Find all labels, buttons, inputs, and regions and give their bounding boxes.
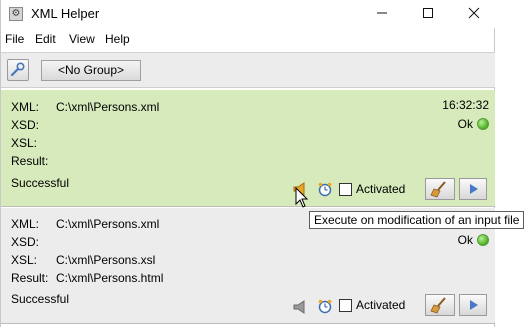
title-bar: ⚙ XML Helper — [1, 0, 495, 28]
xsl-path: C:\xml\Persons.xsl — [56, 253, 156, 267]
settings-button[interactable] — [7, 59, 29, 81]
xml-path: C:\xml\Persons.xml — [56, 217, 160, 231]
gear-icon: ⚙ — [9, 7, 23, 21]
wrench-icon — [10, 62, 25, 77]
run-button[interactable] — [459, 178, 487, 200]
broom-icon — [430, 181, 446, 198]
activated-checkbox[interactable] — [339, 299, 352, 312]
menu-bar: File Edit View Help — [1, 30, 495, 49]
play-icon — [470, 184, 478, 194]
close-icon — [468, 7, 480, 19]
alarm-clock-icon[interactable] — [317, 298, 333, 314]
window-title: XML Helper — [31, 6, 100, 21]
play-icon — [470, 300, 478, 310]
xsl-label: XSL: — [11, 253, 38, 267]
clean-button[interactable] — [425, 294, 455, 316]
alarm-clock-icon[interactable] — [317, 181, 333, 197]
minimize-icon — [377, 12, 387, 14]
main-window: ⚙ XML Helper File Edit View Help <No Gro… — [0, 0, 495, 327]
activated-label: Activated — [356, 182, 406, 196]
menu-edit[interactable]: Edit — [35, 32, 56, 46]
xsl-label: XSL: — [11, 136, 38, 150]
ok-label: Ok — [457, 117, 473, 131]
run-button[interactable] — [459, 294, 487, 316]
tooltip: Execute on modification of an input file — [309, 211, 525, 229]
ok-label: Ok — [457, 233, 473, 247]
clean-button[interactable] — [425, 178, 455, 200]
activated-label: Activated — [356, 298, 406, 312]
xsd-label: XSD: — [11, 118, 40, 132]
close-button[interactable] — [451, 0, 497, 28]
xml-label: XML: — [11, 100, 40, 114]
menu-view[interactable]: View — [69, 32, 95, 46]
xml-label: XML: — [11, 217, 40, 231]
maximize-icon — [423, 8, 433, 18]
broom-icon — [430, 297, 446, 314]
desktop-background — [495, 0, 531, 327]
xml-path: C:\xml\Persons.xml — [56, 100, 160, 114]
result-path: C:\xml\Persons.html — [56, 271, 164, 285]
menu-file[interactable]: File — [5, 32, 24, 46]
status-text: Successful — [11, 292, 70, 306]
xsd-label: XSD: — [11, 235, 40, 249]
toolbar: <No Group> — [1, 52, 495, 88]
maximize-button[interactable] — [405, 0, 451, 28]
speaker-icon[interactable] — [292, 299, 310, 315]
group-selector-button[interactable]: <No Group> — [41, 60, 141, 81]
status-text: Successful — [11, 176, 70, 190]
entry-panel-1[interactable]: XML: C:\xml\Persons.xml XSD: XSL: Result… — [1, 90, 495, 207]
timestamp: 16:32:32 — [442, 98, 489, 112]
menu-help[interactable]: Help — [105, 32, 130, 46]
status-ok-icon — [477, 234, 489, 246]
result-label: Result: — [11, 154, 49, 168]
minimize-button[interactable] — [359, 0, 405, 28]
status-ok-icon — [477, 118, 489, 130]
mouse-cursor-icon — [295, 187, 309, 208]
activated-checkbox[interactable] — [339, 183, 352, 196]
result-label: Result: — [11, 271, 49, 285]
